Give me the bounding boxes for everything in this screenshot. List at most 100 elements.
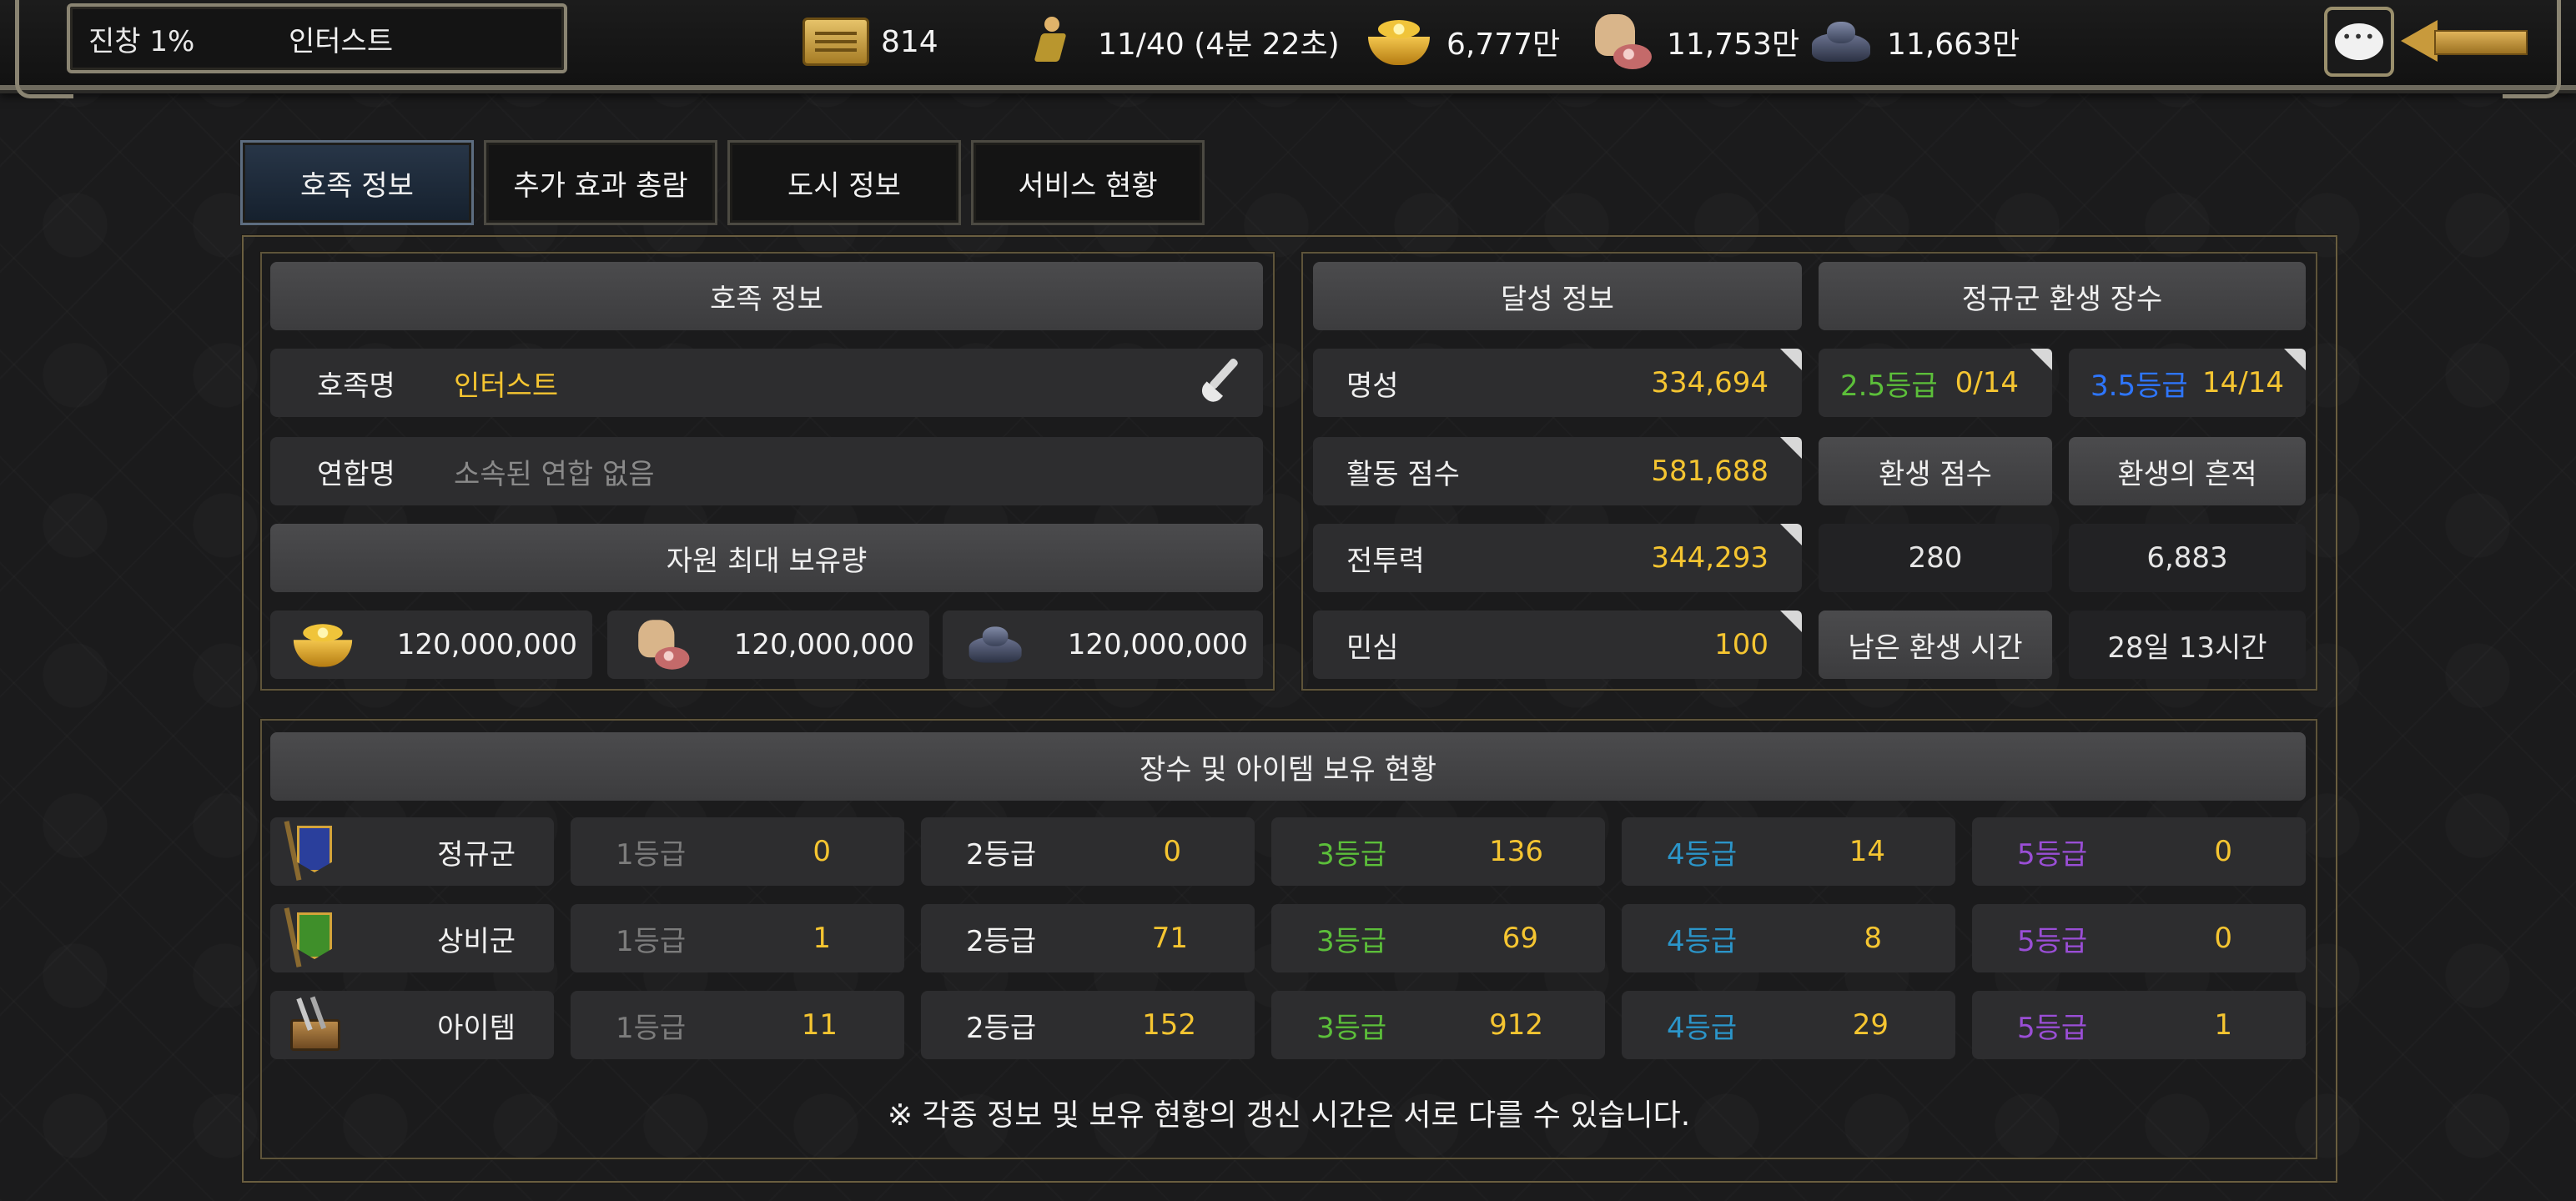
capacity-value: 120,000,000 [396,628,577,661]
back-arrow-button[interactable] [2401,20,2528,62]
grade-1-label: 1등급 [616,924,687,958]
edit-brush-icon[interactable] [1196,357,1248,409]
treasure-chest-icon [287,996,340,1054]
holding-cell[interactable]: 4등급 29 [1622,991,1955,1059]
rank-percent: 진창 1% [88,24,195,58]
holding-cell[interactable]: 2등급 152 [921,991,1255,1059]
alliance-label: 연합명 [317,457,395,491]
rebirth-trace-label: 환생의 흔적 [2069,437,2306,505]
food-icon [632,619,692,671]
holding-cell[interactable]: 5등급 0 [1972,817,2306,886]
holding-value: 152 [1142,1008,1196,1042]
ore-icon [1809,18,1875,65]
holding-cell[interactable]: 4등급 8 [1622,904,1955,972]
holding-cell[interactable]: 3등급 136 [1271,817,1605,886]
combat-power-value: 344,293 [1651,541,1768,575]
holding-value: 0 [1163,835,1181,868]
resource-value: 6,777만 [1446,28,1561,62]
rebirth-grade-2-5[interactable]: 2.5등급 0/14 [1819,349,2052,417]
capacity-ore: 120,000,000 [943,611,1263,679]
holding-value: 8 [1864,922,1882,955]
holding-cell[interactable]: 1등급 11 [571,991,904,1059]
rebirth-score-label: 환생 점수 [1819,437,2052,505]
fame-row[interactable]: 명성 334,694 [1313,349,1802,417]
resource-ore[interactable]: 11,663만 [1809,8,2020,75]
holding-cell[interactable]: 3등급 69 [1271,904,1605,972]
grade-2-label: 2등급 [966,1011,1037,1045]
player-name: 인터스트 [289,24,394,58]
public-sentiment-row[interactable]: 민심 100 [1313,611,1802,679]
tab-service-status[interactable]: 서비스 현황 [971,140,1205,225]
remaining-rebirth-time-value: 28일 13시간 [2069,611,2306,679]
tab-city-info[interactable]: 도시 정보 [727,140,961,225]
gold-icon [1363,15,1435,68]
alliance-value: 소속된 연합 없음 [454,457,655,491]
holding-cell[interactable]: 1등급 0 [571,817,904,886]
holding-cell[interactable]: 4등급 14 [1622,817,1955,886]
rebirth-trace-value: 6,883 [2069,524,2306,592]
holding-value: 0 [2214,922,2232,955]
holding-value: 0 [2214,835,2232,868]
holding-cell[interactable]: 2등급 0 [921,817,1255,886]
holding-value: 11 [801,1008,838,1042]
grade-3-5-value: 14/14 [2202,366,2284,399]
resource-value: 11,753만 [1667,28,1800,62]
green-banner-icon [284,907,340,967]
achievement-header: 달성 정보 [1313,262,1802,330]
capacity-gold: 120,000,000 [270,611,592,679]
tab-clan-info[interactable]: 호족 정보 [240,140,474,225]
ore-icon [966,624,1026,666]
holding-cell[interactable]: 5등급 1 [1972,991,2306,1059]
fame-label: 명성 [1346,369,1399,403]
gold-icon [289,620,357,671]
capacity-value: 120,000,000 [733,628,914,661]
capacity-food: 120,000,000 [607,611,929,679]
grade-1-label: 1등급 [616,837,687,872]
clan-name-row: 호족명 인터스트 [270,349,1263,417]
resource-gold[interactable]: 6,777만 [1363,8,1560,75]
public-sentiment-label: 민심 [1346,631,1399,665]
holding-value: 912 [1489,1008,1543,1042]
holding-value: 1 [2214,1008,2232,1042]
scroll-icon [802,18,869,66]
player-rank-box[interactable]: 진창 1% 인터스트 [67,3,567,73]
resource-value: 11,663만 [1887,28,2020,62]
blue-banner-icon [284,821,340,881]
rebirth-header: 정규군 환생 장수 [1819,262,2306,330]
activity-score-value: 581,688 [1651,455,1768,488]
holding-value: 71 [1151,922,1188,955]
grade-5-label: 5등급 [2017,837,2088,872]
resource-food[interactable]: 11,753만 [1588,8,1799,75]
holding-cell[interactable]: 2등급 71 [921,904,1255,972]
combat-power-label: 전투력 [1346,544,1425,578]
resource-value: 11/40 (4분 22초) [1098,28,1340,62]
item-label: 아이템 [437,1011,516,1045]
grade-2-label: 2등급 [966,924,1037,958]
resource-value: 814 [881,24,938,59]
rebirth-grade-3-5[interactable]: 3.5등급 14/14 [2069,349,2306,417]
clan-name-value: 인터스트 [454,369,559,403]
alliance-row: 연합명 소속된 연합 없음 [270,437,1263,505]
tab-extra-effects[interactable]: 추가 효과 총람 [484,140,717,225]
activity-score-row[interactable]: 활동 점수 581,688 [1313,437,1802,505]
holding-cell[interactable]: 1등급 1 [571,904,904,972]
holding-value: 29 [1852,1008,1889,1042]
top-bar: 진창 1% 인터스트 814 11/40 (4분 22초) 6,777만 11,… [0,0,2576,98]
grade-4-label: 4등급 [1667,837,1738,872]
standing-army-label: 상비군 [437,924,516,958]
chat-button[interactable] [2324,7,2394,77]
remaining-rebirth-time-label: 남은 환생 시간 [1819,611,2052,679]
combat-power-row[interactable]: 전투력 344,293 [1313,524,1802,592]
resource-scroll[interactable]: 814 [802,8,938,75]
resource-action-points[interactable]: 11/40 (4분 22초) [1026,8,1340,75]
public-sentiment-value: 100 [1714,628,1768,661]
grade-2-label: 2등급 [966,837,1037,872]
grade-3-label: 3등급 [1316,1011,1387,1045]
holding-cell[interactable]: 5등급 0 [1972,904,2306,972]
frame-corner-left [15,0,73,98]
grade-2-5-label: 2.5등급 [1840,369,1938,403]
grade-3-label: 3등급 [1316,924,1387,958]
grade-5-label: 5등급 [2017,924,2088,958]
holding-cell[interactable]: 3등급 912 [1271,991,1605,1059]
regular-army-label: 정규군 [437,837,516,872]
